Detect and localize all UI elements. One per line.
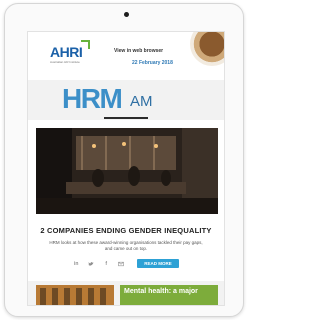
article-headline[interactable]: 2 COMPANIES ENDING GENDER INEQUALITY — [36, 226, 216, 235]
next-article-title[interactable]: Mental health: a major — [120, 285, 218, 305]
facebook-icon[interactable]: f — [103, 261, 109, 267]
read-more-button[interactable]: READ MORE — [137, 259, 179, 268]
view-in-browser-link[interactable]: View in web browser — [114, 48, 163, 54]
logo-bracket-icon — [81, 40, 90, 49]
next-article-thumbnail[interactable] — [36, 285, 114, 306]
masthead-divider — [104, 117, 148, 119]
article-actions: in f READ MORE — [36, 259, 216, 268]
twitter-icon[interactable] — [88, 261, 94, 267]
masthead: HRM AM — [28, 80, 224, 120]
email-header: AHRI Australian HR Institute View in web… — [28, 32, 224, 80]
article-photo[interactable] — [36, 128, 218, 214]
issue-date: 22 February 2018 — [132, 60, 173, 66]
next-articles-row: Mental health: a major — [28, 281, 224, 306]
email-screen: AHRI Australian HR Institute View in web… — [27, 31, 225, 306]
email-icon[interactable] — [118, 261, 125, 267]
logo-tagline: Australian HR Institute — [50, 60, 80, 64]
camera-dot — [124, 12, 129, 17]
feature-article: 2 COMPANIES ENDING GENDER INEQUALITY HRM… — [28, 120, 224, 274]
ahri-logo[interactable]: AHRI — [50, 44, 83, 60]
article-blurb: HRM looks at how these award-winning org… — [49, 240, 203, 251]
linkedin-icon[interactable]: in — [73, 261, 79, 267]
masthead-logo[interactable]: HRM — [62, 83, 123, 115]
masthead-suffix: AM — [130, 93, 153, 110]
coffee-cup-image — [190, 32, 224, 66]
tablet-frame: AHRI Australian HR Institute View in web… — [4, 3, 244, 317]
